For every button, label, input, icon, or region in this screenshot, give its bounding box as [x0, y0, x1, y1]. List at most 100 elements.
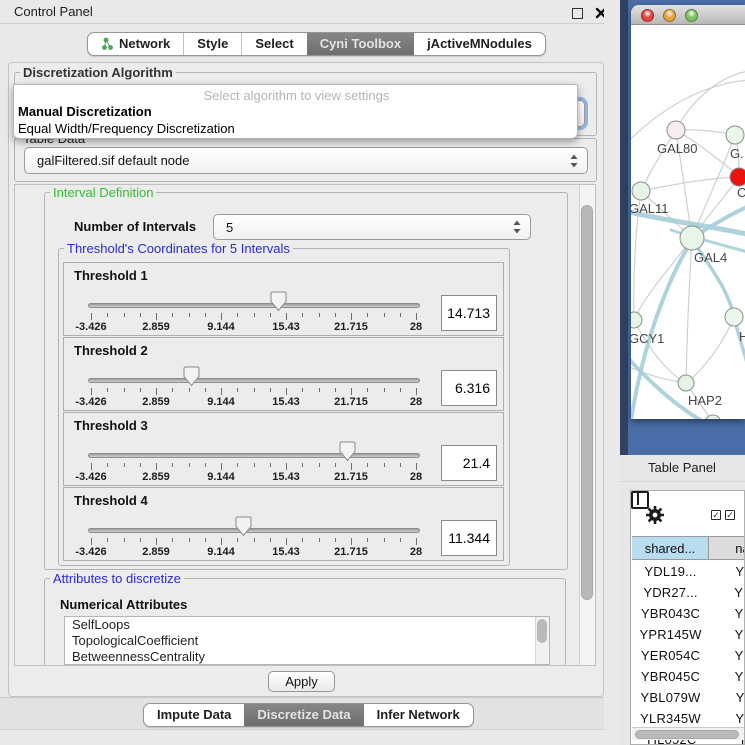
- network-node-gal80[interactable]: [667, 121, 685, 139]
- bottom-tab-infer-network[interactable]: Infer Network: [364, 704, 473, 726]
- zoom-traffic-light[interactable]: [685, 9, 698, 22]
- table-row[interactable]: YPR145WYPR1: [632, 624, 745, 645]
- table-row[interactable]: YBL079WYBL0: [632, 687, 745, 708]
- tick-label: 9.144: [197, 321, 245, 333]
- horizontal-scrollbar-thumb[interactable]: [635, 730, 739, 739]
- horizontal-scrollbar[interactable]: [632, 727, 745, 740]
- tick-label: 28: [392, 546, 440, 558]
- table-cell: YPR145W: [632, 624, 709, 645]
- apply-button[interactable]: Apply: [268, 671, 335, 692]
- threshold-value-field[interactable]: 6.316: [441, 370, 497, 406]
- threshold-value-field[interactable]: 14.713: [441, 295, 497, 331]
- table-row[interactable]: YLR345WYLR3: [632, 708, 745, 729]
- table-cell: YPR1: [709, 624, 745, 645]
- table-cell: YER0: [709, 645, 745, 666]
- tick-mark: [124, 313, 125, 317]
- attribute-list-item[interactable]: BetweennessCentrality: [65, 649, 549, 665]
- table-cell: YLR345W: [632, 708, 709, 729]
- minimize-traffic-light[interactable]: [663, 9, 676, 22]
- tab-style[interactable]: Style: [183, 33, 241, 55]
- close-traffic-light[interactable]: [641, 9, 654, 22]
- vertical-scrollbar-thumb[interactable]: [581, 205, 593, 600]
- threshold-slider-thumb[interactable]: [270, 291, 287, 317]
- threshold-slider-track[interactable]: [88, 303, 420, 308]
- checkbox-icon[interactable]: ✓: [711, 510, 721, 520]
- tick-mark: [367, 313, 368, 317]
- float-window-icon[interactable]: [572, 8, 583, 19]
- network-node-g[interactable]: [726, 126, 744, 144]
- network-node-gal4[interactable]: [680, 226, 704, 250]
- threshold-slider-thumb[interactable]: [235, 516, 252, 542]
- column-header-shared-name[interactable]: shared...: [632, 536, 709, 560]
- number-of-intervals-combobox[interactable]: 5: [213, 214, 531, 240]
- thresholds-group-label: Threshold's Coordinates for 5 Intervals: [64, 241, 293, 256]
- tick-mark: [254, 388, 255, 392]
- table-row[interactable]: YDR27...YDR2: [632, 582, 745, 603]
- threshold-panel-3: Threshold 3-3.4262.8599.14415.4321.71528…: [63, 412, 504, 486]
- tick-mark: [221, 463, 222, 470]
- tick-mark: [124, 538, 125, 542]
- network-edge[interactable]: [676, 71, 745, 130]
- threshold-slider-thumb[interactable]: [339, 441, 356, 467]
- threshold-value-field[interactable]: 11.344: [441, 520, 497, 556]
- table-cell: YBR043C: [632, 603, 709, 624]
- threshold-slider-thumb[interactable]: [183, 366, 200, 392]
- algorithm-dropdown-popup: Select algorithm to view settings Manual…: [13, 84, 578, 139]
- network-node-label: GCY1: [631, 331, 664, 346]
- checkbox-icon[interactable]: ✓: [725, 510, 735, 520]
- table-panel-title: Table Panel: [648, 460, 716, 475]
- tick-label: 28: [392, 321, 440, 333]
- popup-option-equal-width[interactable]: Equal Width/Frequency Discretization: [18, 121, 574, 136]
- tab-jactivemnodules[interactable]: jActiveMNodules: [414, 33, 545, 55]
- bottom-tab-discretize-data[interactable]: Discretize Data: [244, 704, 363, 726]
- popup-option-manual-discretization[interactable]: Manual Discretization: [18, 104, 574, 119]
- table-data-combobox[interactable]: galFiltered.sif default node: [24, 147, 588, 174]
- network-edge[interactable]: [641, 177, 739, 191]
- table-row[interactable]: YBR045CYBR0: [632, 666, 745, 687]
- attribute-list-item[interactable]: SelfLoops: [65, 617, 549, 633]
- tick-mark: [172, 463, 173, 467]
- gear-icon[interactable]: [644, 504, 666, 526]
- tick-mark: [156, 538, 157, 545]
- table-cell: YDL1: [709, 561, 745, 582]
- tab-network[interactable]: Network: [88, 33, 183, 55]
- threshold-slider-track[interactable]: [88, 453, 420, 458]
- table-row[interactable]: YER054CYER0: [632, 645, 745, 666]
- bottom-tab-impute-data[interactable]: Impute Data: [144, 704, 244, 726]
- attribute-list-item[interactable]: TopologicalCoefficient: [65, 633, 549, 649]
- network-node[interactable]: [705, 415, 721, 419]
- threshold-label: Threshold 3: [74, 418, 148, 433]
- stepper-arrows-icon: [513, 221, 521, 234]
- table-row[interactable]: YDL19...YDL1: [632, 561, 745, 582]
- network-node-gal11[interactable]: [632, 182, 650, 200]
- network-edge[interactable]: [686, 317, 734, 383]
- threshold-label: Threshold 1: [74, 268, 148, 283]
- discretization-algorithm-label: Discretization Algorithm: [20, 65, 176, 80]
- network-window-titlebar[interactable]: [631, 5, 745, 25]
- tab-label: jActiveMNodules: [427, 33, 532, 55]
- column-header-name[interactable]: name: [709, 536, 745, 560]
- tick-mark: [140, 388, 141, 392]
- network-node-label: G.: [730, 146, 744, 161]
- tick-mark: [400, 538, 401, 542]
- network-edge[interactable]: [686, 238, 692, 383]
- network-node-gcy1[interactable]: [631, 312, 642, 328]
- threshold-slider-track[interactable]: [88, 528, 420, 533]
- network-edge[interactable]: [634, 238, 692, 320]
- network-node-h[interactable]: [725, 308, 743, 326]
- table-row[interactable]: YBR043CYBR0: [632, 603, 745, 624]
- tick-mark: [351, 388, 352, 395]
- tick-mark: [319, 538, 320, 542]
- tick-label: 2.859: [132, 396, 180, 408]
- network-canvas[interactable]: GAL80G.CGAL11GAL4GCY1HHAP2: [631, 25, 745, 419]
- tab-cyni-toolbox[interactable]: Cyni Toolbox: [307, 33, 414, 55]
- threshold-value-field[interactable]: 21.4: [441, 445, 497, 481]
- attributes-scrollbar-thumb[interactable]: [537, 619, 547, 643]
- network-node-hap2[interactable]: [678, 375, 694, 391]
- threshold-slider-track[interactable]: [88, 378, 420, 383]
- network-edge[interactable]: [641, 130, 676, 191]
- tick-label: 28: [392, 471, 440, 483]
- tick-label: 21.715: [327, 471, 375, 483]
- network-node-c[interactable]: [730, 168, 745, 186]
- tab-select[interactable]: Select: [241, 33, 306, 55]
